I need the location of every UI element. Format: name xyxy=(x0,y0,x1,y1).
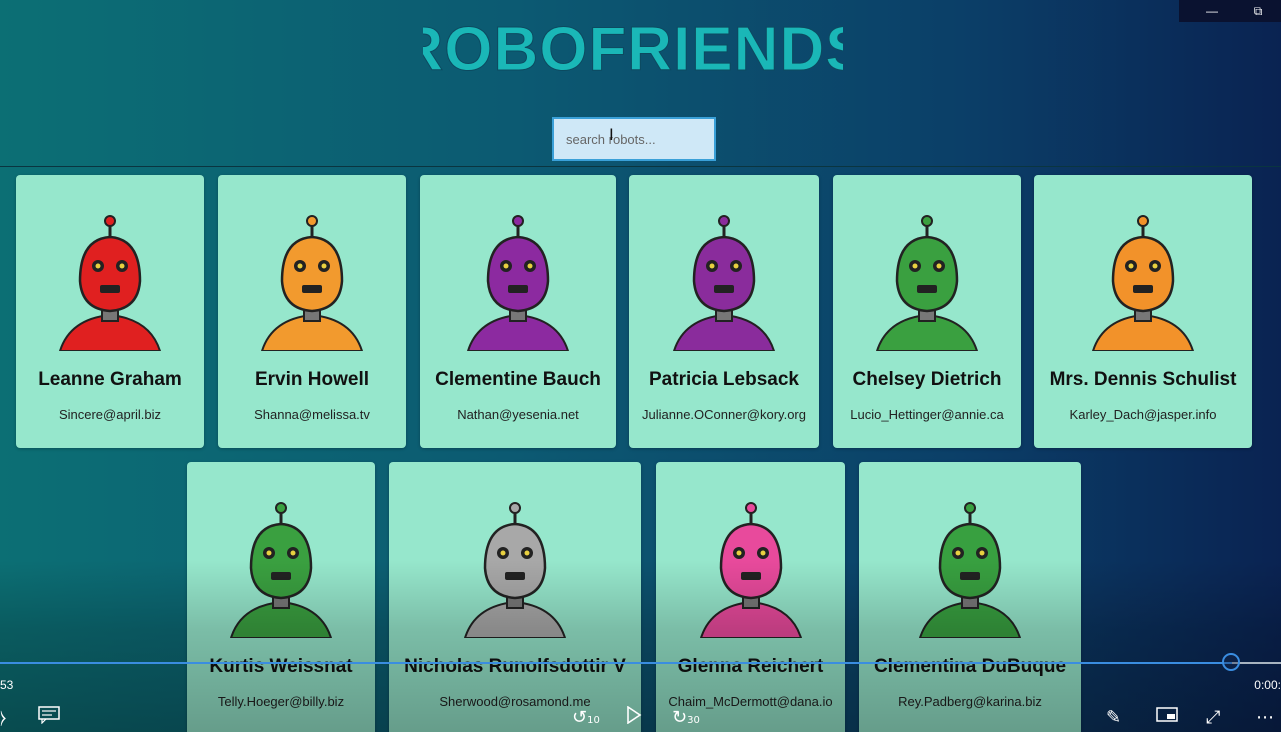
robot-avatar xyxy=(875,215,979,351)
robot-email: Karley_Dach@jasper.info xyxy=(1069,407,1217,422)
robot-email: Shanna@melissa.tv xyxy=(254,407,370,422)
robot-email: Telly.Hoeger@billy.biz xyxy=(217,694,345,709)
robot-email: Lucio_Hettinger@annie.ca xyxy=(850,407,1004,422)
time-remaining: 0:00: xyxy=(1254,678,1281,692)
robot-avatar xyxy=(466,215,570,351)
robot-card[interactable]: Nicholas Runolfsdottir V Sherwood@rosamon… xyxy=(389,462,641,732)
robot-avatar xyxy=(229,502,333,638)
robot-email: Julianne.OConner@kory.org xyxy=(642,407,806,422)
skip-forward-label: 30 xyxy=(687,715,700,726)
robot-name: Chelsey Dietrich xyxy=(852,369,1002,390)
seek-progress xyxy=(0,662,1232,664)
robot-avatar xyxy=(672,215,776,351)
play-icon xyxy=(627,705,642,725)
robot-avatar xyxy=(58,215,162,351)
text-cursor-icon: I xyxy=(609,125,614,144)
robot-avatar xyxy=(260,215,364,351)
robot-email: Sherwood@rosamond.me xyxy=(439,694,591,709)
robot-name: Clementina DuBuque xyxy=(873,656,1067,677)
robot-avatar xyxy=(463,502,567,638)
subtitles-icon xyxy=(38,706,60,725)
subtitles-button[interactable] xyxy=(38,706,60,731)
robot-avatar xyxy=(918,502,1022,638)
robot-name: Glenna Reichert xyxy=(677,656,824,677)
edit-button[interactable]: ✎ xyxy=(1106,706,1121,730)
search-input[interactable] xyxy=(554,119,714,159)
pencil-icon: ✎ xyxy=(1106,707,1122,728)
page-title: ROBOFRIENDS xyxy=(0,14,1265,79)
robot-name: Leanne Graham xyxy=(38,369,182,390)
robot-name: Patricia Lebsack xyxy=(649,369,799,390)
skip-forward-button[interactable]: ↻30 xyxy=(672,706,700,732)
robot-card[interactable]: Kurtis Weissnat Telly.Hoeger@billy.biz xyxy=(187,462,375,732)
robot-card[interactable]: Chelsey Dietrich Lucio_Hettinger@annie.ca xyxy=(833,175,1021,448)
time-elapsed: 53 xyxy=(0,678,14,692)
more-options-button[interactable]: ⋯ xyxy=(1256,706,1274,730)
robot-card[interactable]: Patricia Lebsack Julianne.OConner@kory.or… xyxy=(629,175,819,448)
robot-card[interactable]: Clementina DuBuque Rey.Padberg@karina.biz xyxy=(859,462,1081,732)
skip-back-icon: ↺ xyxy=(572,707,588,728)
volume-button[interactable]: ⧽ xyxy=(0,706,6,730)
robot-card[interactable]: Glenna Reichert Chaim_McDermott@dana.io xyxy=(656,462,845,732)
robot-name: Mrs. Dennis Schulist xyxy=(1049,369,1237,390)
robot-email: Nathan@yesenia.net xyxy=(457,407,579,422)
robot-name: Ervin Howell xyxy=(254,369,370,390)
robot-card[interactable]: Clementine Bauch Nathan@yesenia.net xyxy=(420,175,616,448)
skip-back-label: 10 xyxy=(587,715,600,726)
robot-name: Kurtis Weissnat xyxy=(209,656,353,677)
robot-card[interactable]: Mrs. Dennis Schulist Karley_Dach@jasper.i… xyxy=(1034,175,1252,448)
search-box xyxy=(552,117,716,161)
robot-email: Rey.Padberg@karina.biz xyxy=(898,694,1042,709)
robot-avatar xyxy=(699,502,802,638)
mini-view-button[interactable] xyxy=(1156,706,1178,730)
robot-name: Nicholas Runolfsdottir V xyxy=(404,656,626,677)
mini-view-icon xyxy=(1156,707,1178,722)
play-button[interactable] xyxy=(626,705,642,731)
robot-email: Sincere@april.biz xyxy=(58,407,162,422)
robot-card[interactable]: Leanne Graham Sincere@april.biz xyxy=(16,175,204,448)
skip-back-button[interactable]: ↺10 xyxy=(572,706,600,732)
robot-name: Clementine Bauch xyxy=(435,369,601,390)
volume-icon: ⧽ xyxy=(0,707,7,728)
more-icon: ⋯ xyxy=(1256,707,1274,728)
robot-card[interactable]: Ervin Howell Shanna@melissa.tv xyxy=(218,175,406,448)
skip-forward-icon: ↻ xyxy=(672,707,688,728)
seek-thumb[interactable] xyxy=(1222,653,1240,671)
expand-icon: ⤢ xyxy=(1206,707,1221,728)
title-text: ROBOFRIENDS xyxy=(423,15,843,78)
robot-avatar xyxy=(1091,215,1195,351)
header-divider xyxy=(0,166,1281,167)
fullscreen-button[interactable]: ⤢ xyxy=(1206,706,1220,730)
